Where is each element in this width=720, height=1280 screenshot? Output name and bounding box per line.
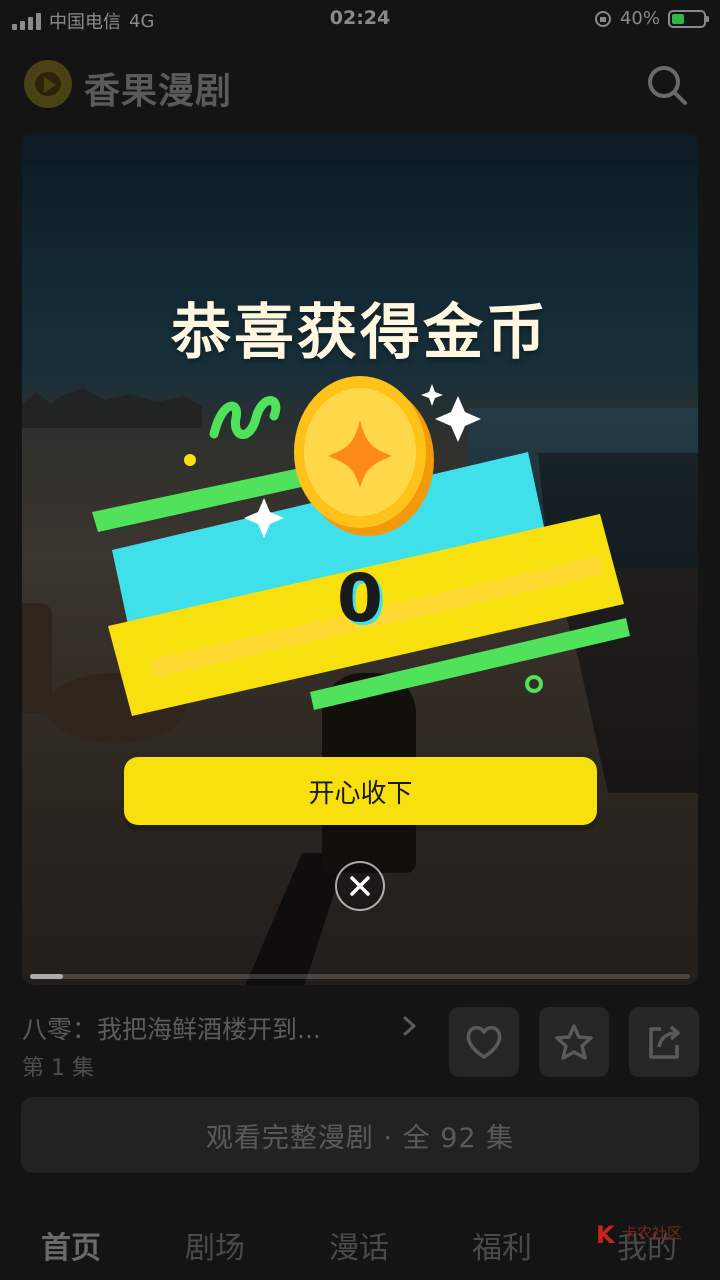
chevron-right-icon[interactable] bbox=[398, 1012, 422, 1040]
collect-button[interactable]: 开心收下 bbox=[124, 757, 597, 825]
episode-label: 第 1 集 bbox=[22, 1056, 94, 1081]
watch-full-button[interactable]: 观看完整漫剧 · 全 92 集 bbox=[21, 1097, 699, 1173]
ring-decoration bbox=[525, 675, 543, 693]
drama-title[interactable]: 八零：我把海鲜酒楼开到... bbox=[22, 1010, 372, 1046]
watermark: K 卡农社区 bbox=[596, 1221, 686, 1249]
nav-item-welfare[interactable]: 福利 bbox=[447, 1223, 557, 1267]
reward-ribbons-illustration bbox=[92, 376, 630, 716]
dot-decoration bbox=[184, 454, 196, 466]
close-popup-button[interactable] bbox=[335, 861, 385, 911]
nav-item-home[interactable]: 首页 bbox=[16, 1223, 126, 1267]
favorite-button[interactable] bbox=[539, 1007, 609, 1077]
reward-title: 恭喜获得金币 bbox=[171, 298, 549, 368]
squiggle-decoration bbox=[209, 396, 281, 439]
heart-icon bbox=[466, 1025, 502, 1059]
nav-item-theater[interactable]: 剧场 bbox=[160, 1223, 270, 1267]
star-icon bbox=[555, 1024, 593, 1060]
sparkle-icon bbox=[421, 384, 443, 406]
watermark-text: 卡农社区 bbox=[622, 1224, 683, 1242]
nav-item-comic-talk[interactable]: 漫话 bbox=[304, 1223, 414, 1267]
like-button[interactable] bbox=[449, 1007, 519, 1077]
share-icon bbox=[649, 1025, 680, 1059]
reward-popup: 恭喜获得金币 0 开心收下 bbox=[0, 0, 720, 1280]
share-button[interactable] bbox=[629, 1007, 699, 1077]
coin-amount: 0 bbox=[337, 560, 383, 637]
sparkle-icon bbox=[435, 396, 481, 442]
close-icon bbox=[350, 876, 370, 896]
watermark-logo-icon: K bbox=[596, 1221, 615, 1249]
